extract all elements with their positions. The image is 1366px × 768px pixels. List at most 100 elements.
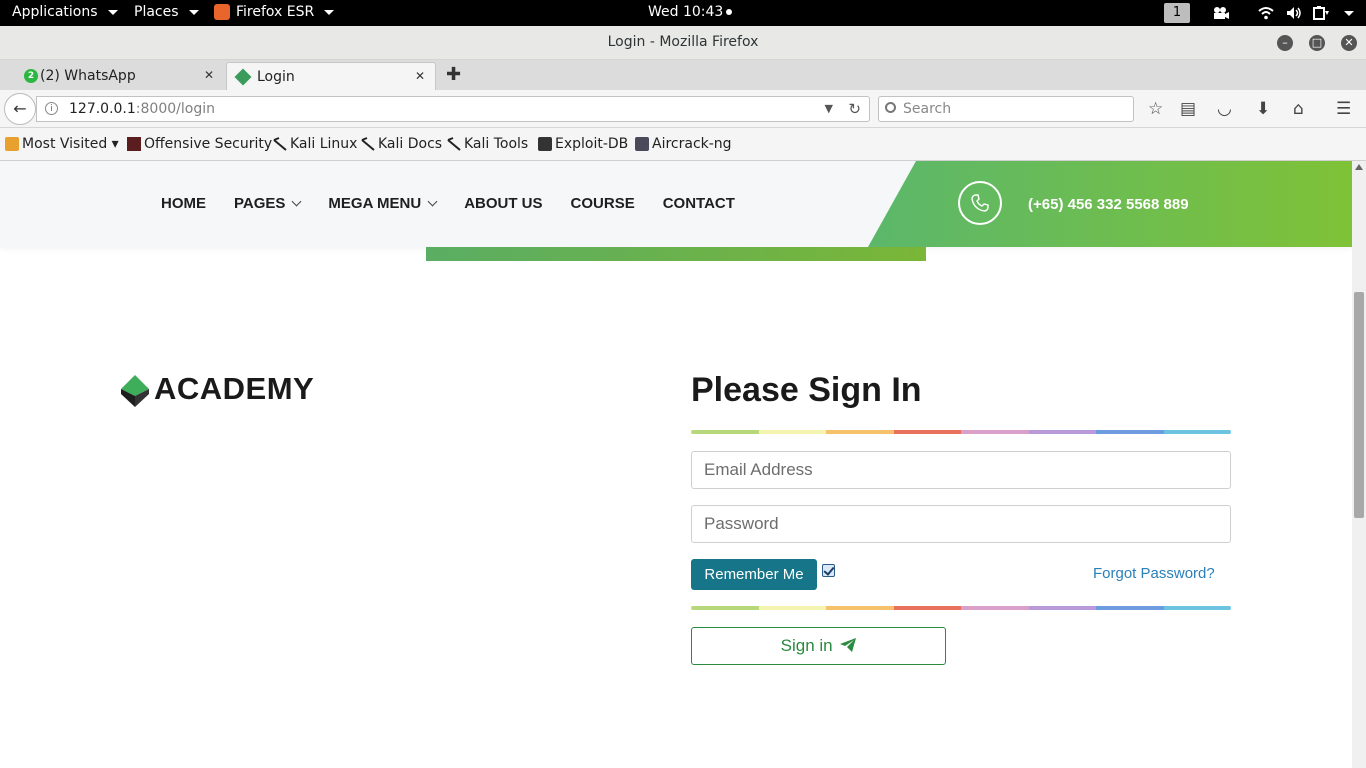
clock[interactable]: Wed 10:43 bbox=[648, 4, 733, 20]
logo-text: ACADEMY bbox=[154, 371, 315, 406]
whatsapp-badge-icon: 2 bbox=[24, 69, 38, 83]
menu-course[interactable]: COURSE bbox=[571, 195, 635, 212]
window-title: Login - Mozilla Firefox bbox=[607, 34, 759, 50]
tab-whatsapp[interactable]: 2 (2) WhatsApp ✕ bbox=[16, 62, 224, 90]
menu-contact[interactable]: CONTACT bbox=[663, 195, 735, 212]
close-window-icon[interactable]: ✕ bbox=[1341, 35, 1357, 51]
tab-bar: 2 (2) WhatsApp ✕ Login ✕ ✚ bbox=[0, 60, 1366, 90]
sign-in-button[interactable]: Sign in bbox=[691, 627, 946, 665]
workspace-indicator[interactable]: 1 bbox=[1164, 3, 1190, 23]
caret-down-icon bbox=[107, 9, 118, 15]
page-viewport: HOME PAGES MEGA MENU ABOUT US COURSE CON… bbox=[0, 161, 1352, 768]
window-titlebar: Login - Mozilla Firefox – □ ✕ bbox=[0, 26, 1366, 60]
firefox-icon bbox=[214, 4, 230, 20]
home-icon[interactable]: ⌂ bbox=[1293, 100, 1304, 118]
reload-icon[interactable]: ↻ bbox=[848, 97, 861, 121]
bookmark-exploit-db[interactable]: Exploit-DB bbox=[538, 136, 628, 152]
menu-label: COURSE bbox=[570, 195, 635, 212]
bookmark-aircrack-ng[interactable]: Aircrack-ng bbox=[635, 136, 732, 152]
url-dropdown-icon[interactable]: ▼ bbox=[825, 97, 833, 121]
offsec-icon bbox=[127, 137, 141, 151]
hamburger-menu-icon[interactable]: ☰ bbox=[1336, 100, 1351, 118]
menu-mega-menu[interactable]: MEGA MENU bbox=[328, 195, 438, 212]
bookmark-offensive-security[interactable]: Offensive Security bbox=[127, 136, 272, 152]
battery-icon[interactable] bbox=[1313, 6, 1329, 20]
caret-down-icon bbox=[188, 9, 199, 15]
email-field[interactable]: Email Address bbox=[691, 451, 1231, 489]
navigation-toolbar: ← i 127.0.0.1:8000/login ▼ ↻ Search ☆ ▤ … bbox=[0, 90, 1366, 128]
forgot-password-link[interactable]: Forgot Password? bbox=[1093, 565, 1215, 582]
menu-label: ABOUT US bbox=[464, 195, 543, 212]
menu-label: MEGA MENU bbox=[328, 195, 422, 212]
kali-dragon-icon bbox=[273, 137, 287, 151]
firefox-app-label: Firefox ESR bbox=[236, 4, 315, 20]
remember-me-button[interactable]: Remember Me bbox=[691, 559, 817, 590]
bookmarks-toolbar: Most Visited ▾ Offensive Security Kali L… bbox=[0, 128, 1366, 161]
remember-me-checkbox[interactable] bbox=[822, 564, 835, 577]
places-menu[interactable]: Places bbox=[134, 4, 199, 20]
page-scrollbar[interactable] bbox=[1352, 161, 1366, 768]
bookmark-label: Kali Linux bbox=[290, 136, 358, 152]
phone-number[interactable]: (+65) 456 332 5568 889 bbox=[1028, 196, 1189, 213]
scroll-up-arrow-icon[interactable] bbox=[1355, 164, 1363, 170]
camera-icon[interactable] bbox=[1213, 6, 1229, 20]
bookmark-label: Exploit-DB bbox=[555, 136, 629, 152]
bookmark-label: Offensive Security bbox=[144, 136, 273, 152]
tab-login[interactable]: Login ✕ bbox=[226, 62, 436, 90]
rainbow-divider-bottom bbox=[691, 606, 1231, 610]
maximize-icon[interactable]: □ bbox=[1309, 35, 1325, 51]
bookmark-star-icon[interactable]: ☆ bbox=[1148, 100, 1163, 118]
main-menu: HOME PAGES MEGA MENU ABOUT US COURSE CON… bbox=[161, 195, 735, 212]
phone-icon bbox=[958, 181, 1002, 225]
applications-label: Applications bbox=[12, 4, 98, 20]
bookmark-kali-tools[interactable]: Kali Tools bbox=[447, 136, 528, 152]
chevron-down-icon bbox=[291, 196, 302, 207]
phone-banner: (+65) 456 332 5568 889 bbox=[868, 161, 1352, 247]
search-icon bbox=[885, 102, 896, 113]
tab-label: Login bbox=[257, 68, 295, 85]
academy-logo[interactable]: ACADEMY bbox=[120, 371, 314, 407]
applications-menu[interactable]: Applications bbox=[12, 4, 118, 20]
url-bar[interactable]: i 127.0.0.1:8000/login ▼ ↻ bbox=[36, 96, 870, 122]
rainbow-divider-top bbox=[691, 430, 1231, 434]
close-tab-icon[interactable]: ✕ bbox=[415, 69, 425, 83]
wifi-icon[interactable] bbox=[1258, 6, 1274, 20]
clock-label: Wed 10:43 bbox=[648, 4, 724, 20]
academy-favicon-icon bbox=[234, 68, 252, 86]
new-tab-icon[interactable]: ✚ bbox=[446, 64, 461, 85]
close-tab-icon[interactable]: ✕ bbox=[204, 68, 214, 82]
menu-label: CONTACT bbox=[662, 195, 735, 212]
info-icon[interactable]: i bbox=[45, 102, 58, 115]
bookmark-kali-linux[interactable]: Kali Linux bbox=[273, 136, 357, 152]
reader-list-icon[interactable]: ▤ bbox=[1180, 100, 1196, 118]
paper-plane-icon bbox=[840, 638, 857, 652]
download-icon[interactable]: ⬇ bbox=[1256, 100, 1270, 118]
bookmark-most-visited[interactable]: Most Visited ▾ bbox=[5, 136, 119, 152]
bookmark-label: Kali Docs bbox=[378, 136, 443, 152]
menu-label: PAGES bbox=[234, 195, 286, 212]
bookmark-label: Kali Tools bbox=[464, 136, 529, 152]
caret-down-icon bbox=[324, 9, 335, 15]
minimize-icon[interactable]: – bbox=[1277, 35, 1293, 51]
system-menu-caret-icon[interactable] bbox=[1344, 11, 1354, 16]
pocket-icon[interactable]: ◡ bbox=[1217, 100, 1232, 118]
menu-about-us[interactable]: ABOUT US bbox=[464, 195, 542, 212]
menu-pages[interactable]: PAGES bbox=[234, 195, 302, 212]
password-placeholder: Password bbox=[704, 514, 779, 533]
scrollbar-thumb[interactable] bbox=[1354, 292, 1364, 518]
firefox-app-menu[interactable]: Firefox ESR bbox=[214, 4, 335, 20]
places-label: Places bbox=[134, 4, 179, 20]
menu-home[interactable]: HOME bbox=[161, 195, 206, 212]
volume-icon[interactable] bbox=[1286, 6, 1302, 20]
url-path: :8000/login bbox=[135, 101, 215, 117]
search-input[interactable]: Search bbox=[878, 96, 1134, 122]
chevron-down-icon bbox=[427, 196, 438, 207]
notification-dot-icon bbox=[726, 9, 733, 15]
password-field[interactable]: Password bbox=[691, 505, 1231, 543]
search-placeholder: Search bbox=[903, 101, 952, 117]
bookmark-label: Most Visited ▾ bbox=[22, 136, 119, 152]
bookmark-kali-docs[interactable]: Kali Docs bbox=[361, 136, 442, 152]
url-host: 127.0.0.1 bbox=[69, 101, 136, 117]
bookmark-label: Aircrack-ng bbox=[652, 136, 732, 152]
back-arrow-icon[interactable]: ← bbox=[4, 93, 36, 125]
